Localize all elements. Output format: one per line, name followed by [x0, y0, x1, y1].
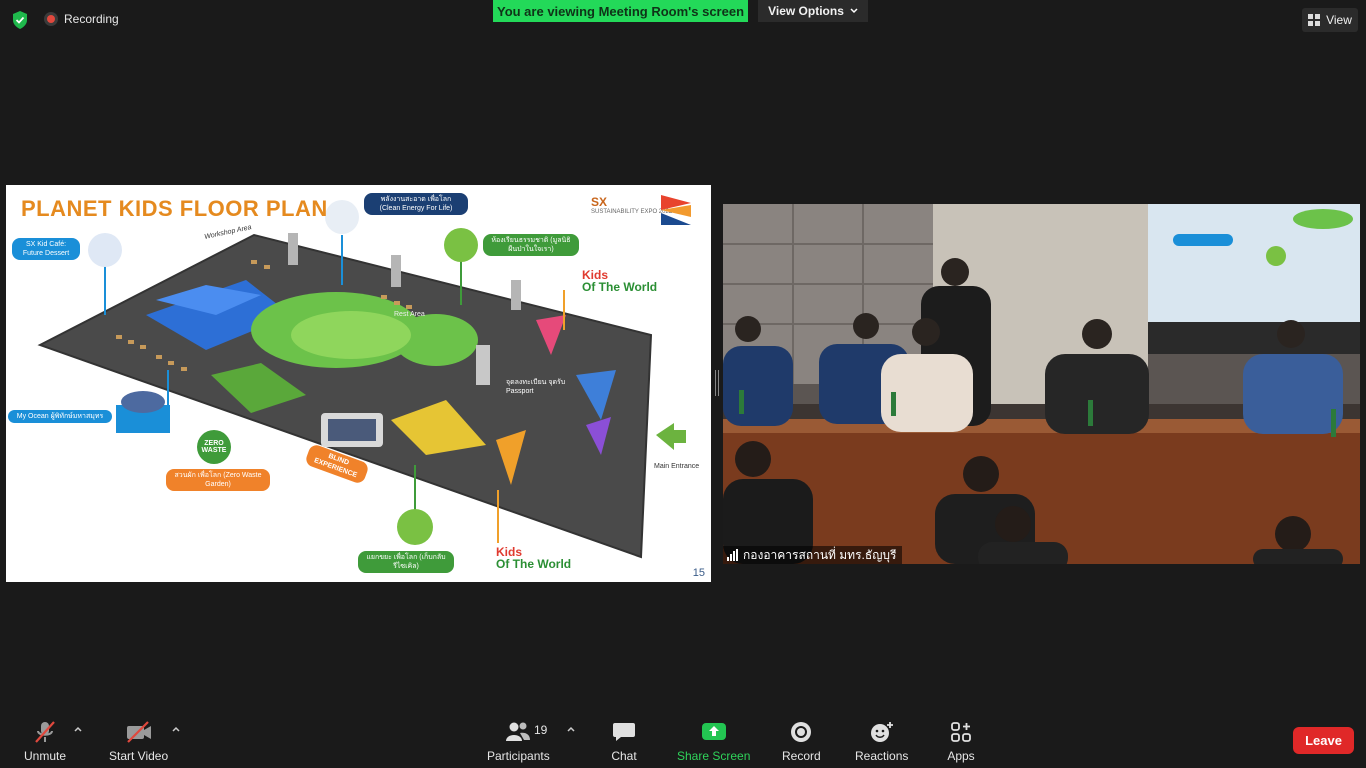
label-kid-cafe: SX Kid Café: Future Dessert — [12, 238, 80, 260]
reactions-button[interactable]: Reactions — [855, 720, 908, 763]
sx-mark-icon — [661, 195, 691, 225]
slide-page-number: 15 — [692, 567, 705, 579]
record-icon — [787, 720, 815, 744]
chat-bubble-icon — [610, 720, 638, 744]
label-recycle: แยกขยะ เพื่อโลก (เก็บกลับรีไซเคิล) — [358, 551, 454, 573]
share-screen-label: Share Screen — [677, 749, 751, 763]
label-zero-waste-garden: สวนผัก เพื่อโลก (Zero Waste Garden) — [166, 469, 270, 491]
label-passport: จุดลงทะเบียน จุดรับ Passport — [506, 379, 566, 395]
participant-video-tile[interactable]: กองอาคารสถานที่ มทร.ธัญบุรี — [723, 204, 1360, 564]
reactions-smiley-icon — [868, 720, 896, 744]
of-the-world-word: Of The World — [582, 280, 658, 294]
participants-options-caret-icon[interactable] — [566, 724, 576, 734]
view-label: View — [1326, 13, 1352, 27]
share-screen-icon — [700, 720, 728, 744]
view-options-button[interactable]: View Options — [758, 0, 868, 22]
label-kids-of-the-world-bottom: Kids Of The World — [496, 546, 571, 570]
apps-icon — [947, 720, 975, 744]
recording-label: Recording — [64, 12, 119, 26]
start-video-label: Start Video — [109, 749, 169, 763]
video-options-caret-icon[interactable] — [171, 724, 181, 734]
connection-signal-icon — [727, 549, 738, 561]
chevron-down-icon — [850, 8, 858, 14]
of-the-world-word-bottom: Of The World — [496, 557, 572, 571]
unmute-label: Unmute — [24, 749, 67, 763]
split-view-resize-handle[interactable] — [715, 370, 719, 396]
share-screen-button[interactable]: Share Screen — [677, 720, 750, 763]
participant-name: กองอาคารสถานที่ มทร.ธัญบุรี — [743, 547, 897, 562]
reactions-label: Reactions — [855, 749, 909, 763]
view-options-label: View Options — [768, 4, 844, 18]
record-label: Record — [782, 749, 821, 763]
participants-icon — [504, 720, 532, 744]
meeting-room-video-feed — [723, 204, 1360, 564]
encryption-shield-icon[interactable] — [10, 10, 30, 30]
chat-label: Chat — [611, 749, 637, 763]
sx-logo: SX SUSTAINABILITY EXPO 2022 — [591, 195, 672, 216]
sx-logo-text: SX — [591, 195, 608, 209]
record-button[interactable]: Record — [782, 720, 821, 763]
label-kids-of-the-world-top: Kids Of The World — [582, 269, 657, 293]
chat-button[interactable]: Chat — [610, 720, 638, 763]
muted-microphone-icon — [31, 720, 59, 744]
meeting-toolbar: Unmute Start Video Participants 19 Chat … — [0, 708, 1366, 768]
label-zero-waste-badge: ZERO WASTE — [201, 440, 227, 454]
slide-title: PLANET KIDS FLOOR PLAN — [21, 196, 328, 221]
sx-logo-small: SUSTAINABILITY EXPO 2022 — [591, 209, 673, 215]
view-button[interactable]: View — [1302, 8, 1358, 32]
label-my-ocean: My Ocean ผู้พิทักษ์มหาสมุทร — [8, 410, 112, 423]
participants-count: 19 — [534, 723, 548, 737]
audio-options-caret-icon[interactable] — [73, 724, 83, 734]
participant-name-label: กองอาคารสถานที่ มทร.ธัญบุรี — [723, 546, 903, 564]
unmute-button[interactable]: Unmute — [24, 720, 66, 763]
apps-label: Apps — [947, 749, 975, 763]
label-nature-class: ห้องเรียนธรรมชาติ (มูลนิธิผืนป่าในใจเรา) — [483, 234, 579, 256]
leave-button[interactable]: Leave — [1293, 727, 1354, 754]
record-dot-icon — [44, 12, 58, 26]
apps-button[interactable]: Apps — [947, 720, 975, 763]
viewing-screen-banner: You are viewing Meeting Room's screen — [493, 0, 748, 22]
label-rest-area: Rest Area — [394, 311, 425, 318]
recording-indicator[interactable]: Recording — [44, 12, 119, 26]
shared-screen-slide: PLANET KIDS FLOOR PLAN SX SUSTAINABILITY… — [6, 185, 711, 582]
participants-label: Participants — [487, 749, 550, 763]
floor-plan-illustration — [37, 200, 686, 559]
grid-view-icon — [1308, 14, 1321, 26]
top-bar: Recording You are viewing Meeting Room's… — [0, 0, 1366, 40]
start-video-button[interactable]: Start Video — [109, 720, 168, 763]
label-clean-energy: พลังงานสะอาด เพื่อโลก (Clean Energy For … — [364, 193, 468, 215]
video-off-camera-icon — [125, 720, 153, 744]
label-main-entrance: Main Entrance — [654, 463, 700, 470]
